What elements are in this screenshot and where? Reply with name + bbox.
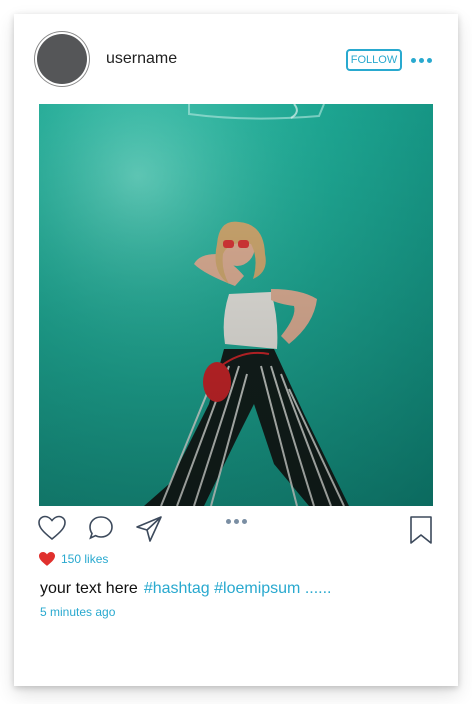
follow-button[interactable]: FOLLOW <box>346 49 402 71</box>
username[interactable]: username <box>106 50 177 68</box>
heart-filled-icon <box>39 552 55 566</box>
bookmark-icon[interactable] <box>409 515 433 545</box>
avatar[interactable] <box>37 34 87 84</box>
caption-hashtags[interactable]: #hashtag #loemipsum ...... <box>144 580 332 597</box>
caption-text: your text here <box>40 580 138 597</box>
comment-bubble-icon[interactable] <box>87 514 115 542</box>
photo-illustration <box>39 104 433 506</box>
heart-outline-icon[interactable] <box>37 514 67 542</box>
more-dots-icon[interactable] <box>411 58 432 63</box>
carousel-dots-icon <box>226 519 247 524</box>
post-photo[interactable] <box>39 104 433 506</box>
follow-button-label: FOLLOW <box>350 54 398 66</box>
timestamp: 5 minutes ago <box>40 605 116 619</box>
likes-row[interactable]: 150 likes <box>38 551 108 567</box>
paper-plane-icon[interactable] <box>134 514 164 544</box>
caption: your text here #hashtag #loemipsum ...... <box>40 580 331 598</box>
post-card: username FOLLOW 150 likes your text here… <box>14 14 458 686</box>
likes-count: 150 likes <box>61 552 109 566</box>
